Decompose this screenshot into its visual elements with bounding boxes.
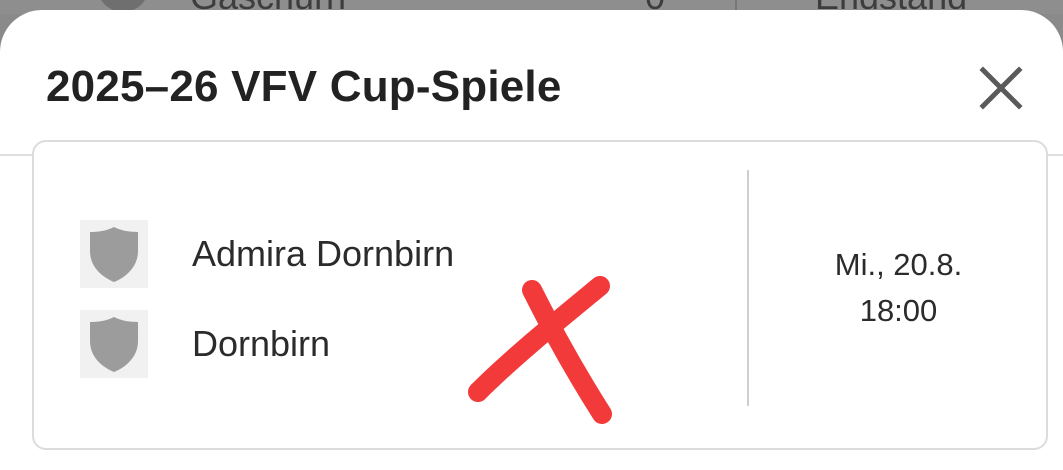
sheet-title: 2025–26 VFV Cup-Spiele	[46, 62, 562, 111]
shield-icon	[90, 317, 138, 372]
match-time: 18:00	[859, 293, 938, 328]
match-card[interactable]: Admira Dornbirn Dornbirn Mi., 20.8. 18:0…	[32, 140, 1048, 450]
match-date: Mi., 20.8.	[834, 247, 963, 282]
away-team-name: Dornbirn	[192, 323, 331, 364]
shield-icon	[90, 227, 138, 282]
home-team-row: Admira Dornbirn	[80, 220, 680, 288]
close-icon	[979, 66, 1023, 110]
home-team-crest	[80, 220, 148, 288]
away-team-row: Dornbirn	[80, 310, 680, 378]
home-team-name: Admira Dornbirn	[192, 233, 455, 274]
bottom-sheet: 2025–26 VFV Cup-Spiele Admira Dornbirn D…	[0, 10, 1063, 470]
sheet-header: 2025–26 VFV Cup-Spiele	[0, 10, 1063, 156]
kickoff-info: Mi., 20.8. 18:00	[749, 242, 1048, 334]
close-button[interactable]	[972, 66, 1030, 114]
away-team-crest	[80, 310, 148, 378]
